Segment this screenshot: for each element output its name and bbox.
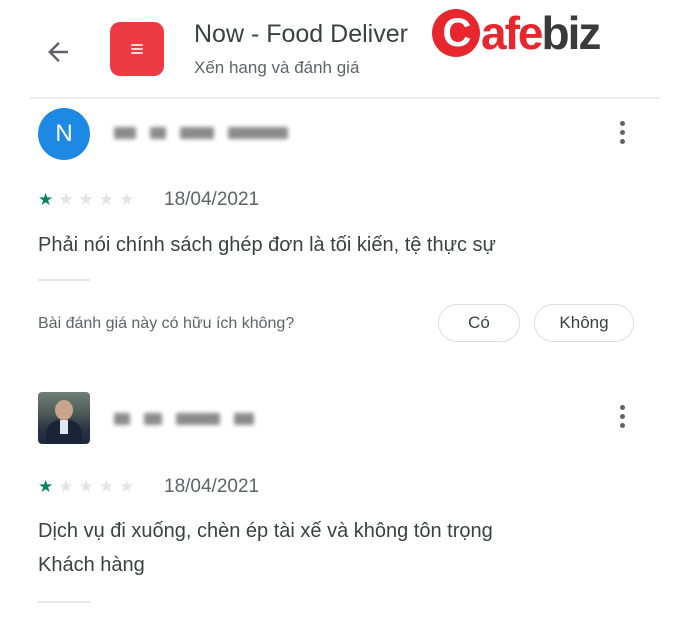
review-text: Dịch vụ đi xuống, chèn ép tài xế và khôn… [38, 514, 638, 582]
watermark-red-text: afe [481, 7, 544, 59]
star-rating: ★ ★ ★ ★ ★ [38, 191, 134, 208]
app-title: Now - Food Deliver [194, 20, 408, 48]
cafebiz-watermark: C afe biz [432, 6, 601, 60]
helpful-question: Bài đánh giá này có hữu ích không? [38, 315, 295, 332]
review-text: Phải nói chính sách ghép đơn là tối kiến… [38, 234, 496, 256]
back-button[interactable] [36, 30, 80, 74]
review-date: 18/04/2021 [164, 476, 260, 497]
star-rating: ★ ★ ★ ★ ★ [38, 478, 134, 495]
star-filled-icon: ★ [38, 190, 54, 209]
watermark-gray-text: biz [541, 7, 601, 59]
star-empty-icon: ★ [78, 477, 94, 496]
page-subtitle: Xến hang và đánh giá [194, 58, 360, 77]
helpful-no-button[interactable]: Không [534, 304, 634, 342]
divider [38, 279, 90, 281]
star-empty-icon: ★ [98, 477, 114, 496]
avatar: N [38, 108, 90, 160]
user-photo-avatar [38, 392, 90, 444]
star-empty-icon: ★ [119, 477, 135, 496]
header-divider [30, 97, 660, 99]
now-app-icon[interactable] [110, 22, 164, 76]
review-text-line: Khách hàng [38, 554, 145, 576]
more-vert-icon[interactable] [608, 114, 636, 150]
more-vert-icon[interactable] [608, 398, 636, 434]
review-text-line: Dịch vụ đi xuống, chèn ép tài xế và khôn… [38, 520, 493, 542]
reviewer-name-blurred [114, 408, 254, 430]
star-empty-icon: ★ [58, 477, 74, 496]
divider [38, 601, 90, 603]
arrow-back-icon [48, 42, 68, 62]
helpful-yes-button[interactable]: Có [438, 304, 520, 342]
menu-lines-icon [131, 44, 143, 54]
reviewer-name-blurred [114, 122, 288, 144]
star-empty-icon: ★ [98, 190, 114, 209]
review-date: 18/04/2021 [164, 189, 260, 210]
star-empty-icon: ★ [119, 190, 135, 209]
star-empty-icon: ★ [58, 190, 74, 209]
star-empty-icon: ★ [78, 190, 94, 209]
star-filled-icon: ★ [38, 477, 54, 496]
watermark-c: C [432, 9, 480, 57]
